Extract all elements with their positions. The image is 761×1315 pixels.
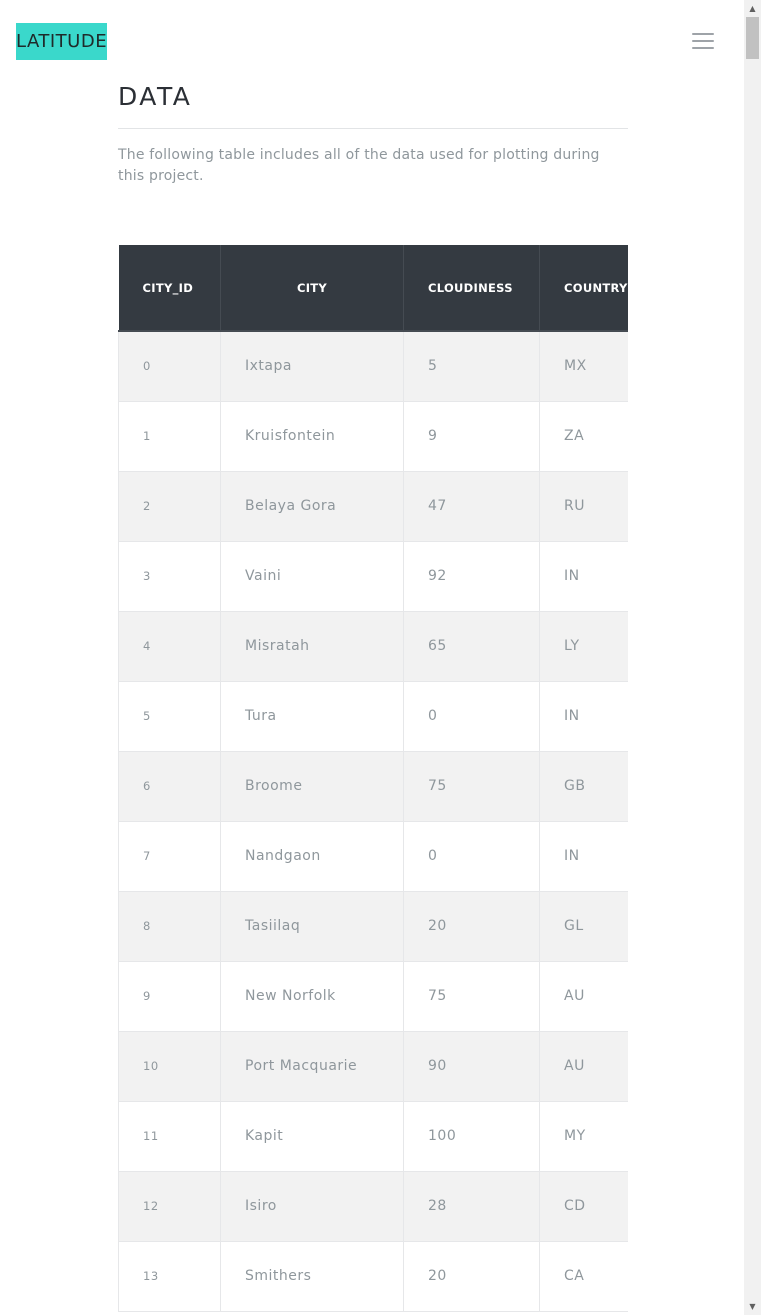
cell-cloudiness: 0 bbox=[403, 821, 540, 892]
cell-country: CA bbox=[539, 1241, 628, 1312]
cell-city-id: 2 bbox=[118, 471, 221, 542]
table-row: 11 Kapit 100 MY bbox=[118, 1101, 628, 1172]
page: LATITUDE DATA The following table includ… bbox=[0, 0, 761, 1315]
cell-city-id: 5 bbox=[118, 681, 221, 752]
cell-city: Isiro bbox=[220, 1171, 404, 1242]
cell-cloudiness: 5 bbox=[403, 331, 540, 402]
cell-city-id: 7 bbox=[118, 821, 221, 892]
cell-country: MY bbox=[539, 1101, 628, 1172]
header-city[interactable]: CITY bbox=[220, 245, 404, 332]
table-header-row: CITY_ID CITY CLOUDINESS COUNTRY bbox=[118, 245, 628, 332]
table-row: 2 Belaya Gora 47 RU bbox=[118, 471, 628, 542]
cell-cloudiness: 20 bbox=[403, 891, 540, 962]
table-row: 0 Ixtapa 5 MX bbox=[118, 331, 628, 402]
cell-city: Misratah bbox=[220, 611, 404, 682]
cell-country: RU bbox=[539, 471, 628, 542]
table-row: 10 Port Macquarie 90 AU bbox=[118, 1031, 628, 1102]
cell-country: IN bbox=[539, 541, 628, 612]
table-row: 8 Tasiilaq 20 GL bbox=[118, 891, 628, 962]
page-title: DATA bbox=[118, 82, 193, 111]
table-row: 9 New Norfolk 75 AU bbox=[118, 961, 628, 1032]
cell-cloudiness: 92 bbox=[403, 541, 540, 612]
cell-city-id: 1 bbox=[118, 401, 221, 472]
cell-city-id: 13 bbox=[118, 1241, 221, 1312]
cell-cloudiness: 47 bbox=[403, 471, 540, 542]
cell-city: Tura bbox=[220, 681, 404, 752]
cell-city-id: 4 bbox=[118, 611, 221, 682]
title-divider bbox=[118, 128, 628, 129]
cell-cloudiness: 0 bbox=[403, 681, 540, 752]
scrollbar-thumb[interactable] bbox=[746, 17, 759, 59]
arrow-down-icon[interactable]: ▼ bbox=[744, 1298, 761, 1315]
table-row: 3 Vaini 92 IN bbox=[118, 541, 628, 612]
vertical-scrollbar[interactable]: ▲ ▼ bbox=[744, 0, 761, 1315]
cell-country: LY bbox=[539, 611, 628, 682]
cell-city-id: 3 bbox=[118, 541, 221, 612]
header-city-id[interactable]: CITY_ID bbox=[118, 245, 221, 332]
table-row: 13 Smithers 20 CA bbox=[118, 1241, 628, 1312]
cell-city: Ixtapa bbox=[220, 331, 404, 402]
cell-cloudiness: 75 bbox=[403, 751, 540, 822]
cell-city-id: 11 bbox=[118, 1101, 221, 1172]
cell-cloudiness: 65 bbox=[403, 611, 540, 682]
cell-city: Smithers bbox=[220, 1241, 404, 1312]
cell-city: Tasiilaq bbox=[220, 891, 404, 962]
hamburger-line bbox=[692, 33, 714, 35]
cell-country: GB bbox=[539, 751, 628, 822]
cell-city-id: 12 bbox=[118, 1171, 221, 1242]
cell-country: ZA bbox=[539, 401, 628, 472]
cell-cloudiness: 75 bbox=[403, 961, 540, 1032]
cell-country: AU bbox=[539, 1031, 628, 1102]
cell-city: Kruisfontein bbox=[220, 401, 404, 472]
cell-country: CD bbox=[539, 1171, 628, 1242]
cell-country: GL bbox=[539, 891, 628, 962]
cell-cloudiness: 90 bbox=[403, 1031, 540, 1102]
cell-city-id: 0 bbox=[118, 331, 221, 402]
cell-city-id: 10 bbox=[118, 1031, 221, 1102]
brand-logo-link[interactable]: LATITUDE bbox=[16, 23, 107, 60]
arrow-up-icon[interactable]: ▲ bbox=[744, 0, 761, 17]
cell-cloudiness: 100 bbox=[403, 1101, 540, 1172]
cell-city: New Norfolk bbox=[220, 961, 404, 1032]
table-row: 1 Kruisfontein 9 ZA bbox=[118, 401, 628, 472]
table-row: 12 Isiro 28 CD bbox=[118, 1171, 628, 1242]
intro-text: The following table includes all of the … bbox=[118, 147, 600, 184]
data-table: CITY_ID CITY CLOUDINESS COUNTRY 0 Ixtapa 5… bbox=[118, 245, 628, 1312]
cell-cloudiness: 20 bbox=[403, 1241, 540, 1312]
cell-city-id: 6 bbox=[118, 751, 221, 822]
table-body: 0 Ixtapa 5 MX 1 Kruisfontein 9 ZA 2 Belaya Gora 47… bbox=[118, 331, 628, 1312]
cell-country: AU bbox=[539, 961, 628, 1032]
data-table-container[interactable]: CITY_ID CITY CLOUDINESS COUNTRY 0 Ixtapa 5… bbox=[118, 245, 628, 1315]
header-cloudiness[interactable]: CLOUDINESS bbox=[403, 245, 540, 332]
cell-city: Port Macquarie bbox=[220, 1031, 404, 1102]
cell-city: Nandgaon bbox=[220, 821, 404, 892]
cell-city: Kapit bbox=[220, 1101, 404, 1172]
cell-city: Broome bbox=[220, 751, 404, 822]
hamburger-icon[interactable] bbox=[692, 31, 714, 51]
cell-country: MX bbox=[539, 331, 628, 402]
cell-city: Vaini bbox=[220, 541, 404, 612]
header-country[interactable]: COUNTRY bbox=[539, 245, 628, 332]
hamburger-line bbox=[692, 40, 714, 42]
cell-cloudiness: 28 bbox=[403, 1171, 540, 1242]
cell-city-id: 8 bbox=[118, 891, 221, 962]
table-row: 6 Broome 75 GB bbox=[118, 751, 628, 822]
hamburger-line bbox=[692, 47, 714, 49]
cell-city-id: 9 bbox=[118, 961, 221, 1032]
cell-country: IN bbox=[539, 681, 628, 752]
cell-city: Belaya Gora bbox=[220, 471, 404, 542]
cell-cloudiness: 9 bbox=[403, 401, 540, 472]
table-row: 5 Tura 0 IN bbox=[118, 681, 628, 752]
cell-country: IN bbox=[539, 821, 628, 892]
table-row: 4 Misratah 65 LY bbox=[118, 611, 628, 682]
table-row: 7 Nandgaon 0 IN bbox=[118, 821, 628, 892]
